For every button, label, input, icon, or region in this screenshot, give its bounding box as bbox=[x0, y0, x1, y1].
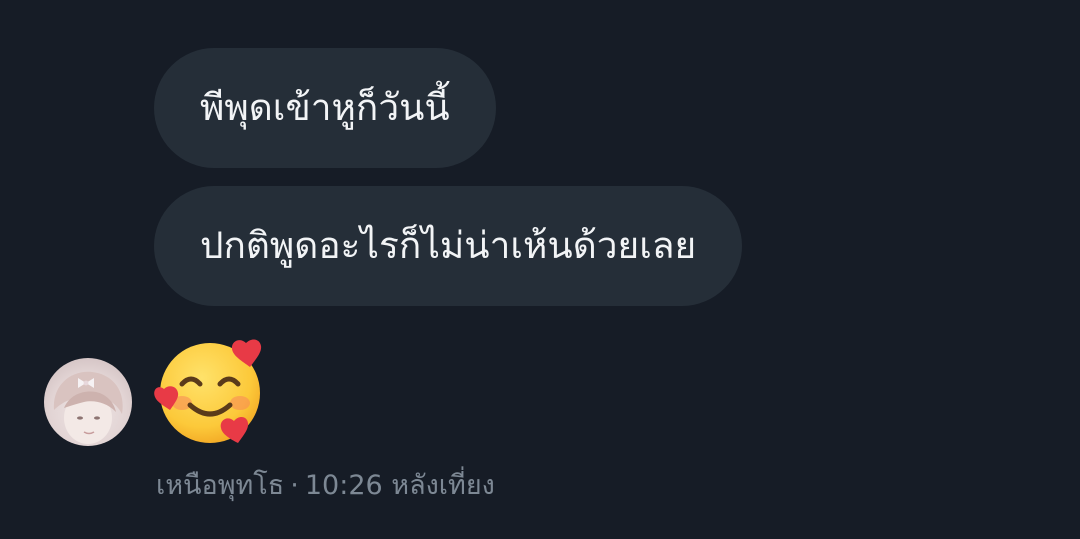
message-meta: เหนือพุทโธ · 10:26 หลังเที่ยง bbox=[156, 466, 495, 506]
message-text: ปกติพูดอะไรก็ไม่น่าเห้นด้วยเลย bbox=[200, 224, 697, 267]
avatar-image bbox=[53, 371, 123, 444]
emoji-graphic bbox=[154, 339, 262, 443]
message-bubble[interactable]: พีพุดเข้าหูก็วันนี้ bbox=[154, 48, 496, 168]
message-timestamp: 10:26 หลังเที่ยง bbox=[304, 470, 495, 501]
sender-avatar[interactable] bbox=[44, 358, 132, 446]
meta-separator: · bbox=[290, 470, 299, 501]
smiling-face-with-hearts-icon[interactable] bbox=[154, 337, 270, 445]
sender-name[interactable]: เหนือพุทโธ bbox=[156, 470, 284, 501]
message-bubble[interactable]: ปกติพูดอะไรก็ไม่น่าเห้นด้วยเลย bbox=[154, 186, 743, 306]
chat-thread: พีพุดเข้าหูก็วันนี้ ปกติพูดอะไรก็ไม่น่าเ… bbox=[0, 0, 1080, 539]
message-text: พีพุดเข้าหูก็วันนี้ bbox=[200, 86, 450, 129]
